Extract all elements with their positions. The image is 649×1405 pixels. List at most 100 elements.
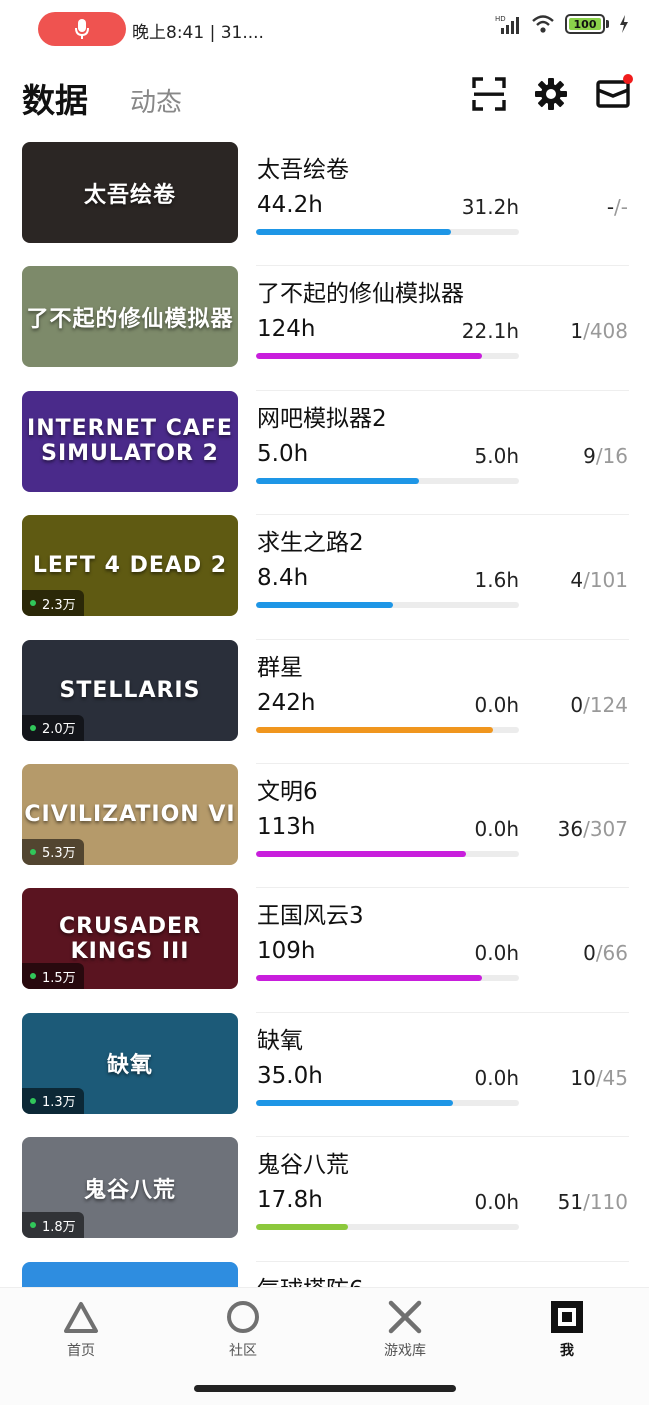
microphone-icon <box>75 19 89 39</box>
page-header: 数据 动态 <box>0 58 649 138</box>
game-row[interactable]: 缺氧 1.3万 缺氧 35.0h 0.0h 10/45 <box>0 1012 649 1138</box>
playtime-progress-track <box>256 1099 519 1106</box>
achievements-unlocked: 0 <box>570 692 584 717</box>
game-name: 了不起的修仙模拟器 <box>257 281 464 308</box>
total-hours: 109h <box>257 938 316 965</box>
player-count: 2.3万 <box>42 597 76 613</box>
game-row[interactable]: INTERNET CAFE SIMULATOR 2 网吧模拟器2 5.0h 5.… <box>0 390 649 516</box>
scan-icon <box>472 77 506 111</box>
game-cover[interactable]: CRUSADER KINGS III 1.5万 <box>22 888 238 990</box>
game-name: 王国风云3 <box>257 903 364 930</box>
game-name: 气球塔防6 <box>257 1270 364 1287</box>
nav-community-label: 社区 <box>229 1343 257 1359</box>
game-cover[interactable]: INTERNET CAFE SIMULATOR 2 <box>22 390 238 492</box>
game-row[interactable]: 了不起的修仙模拟器 了不起的修仙模拟器 124h 22.1h 1/408 <box>0 266 649 391</box>
game-row[interactable]: STELLARIS 2.0万 群星 242h 0.0h 0/124 <box>0 639 649 764</box>
square-icon <box>551 1301 583 1333</box>
game-row[interactable]: LEFT 4 DEAD 2 2.3万 求生之路2 8.4h 1.6h 4/101 <box>0 515 649 640</box>
status-time: 晚上8:41 | 31.... <box>132 23 264 43</box>
achievements-unlocked: 0 <box>583 941 596 966</box>
game-name: 群星 <box>257 654 303 681</box>
game-name: 缺氧 <box>257 1027 303 1054</box>
settings-button[interactable] <box>533 76 569 112</box>
playtime-progress-track <box>256 1224 519 1231</box>
recent-hours: 0.0h <box>474 1190 519 1215</box>
total-hours: 17.8h <box>257 1187 323 1214</box>
game-name: 鬼谷八荒 <box>257 1152 349 1179</box>
playtime-progress-fill <box>256 1224 349 1231</box>
battery-percent: 100 <box>573 17 597 31</box>
home-indicator[interactable] <box>194 1385 456 1392</box>
achievements-total: /- <box>614 195 628 219</box>
online-dot-icon <box>30 1222 36 1229</box>
achievements-unlocked: - <box>606 195 615 219</box>
achievements: 10/45 <box>540 1066 628 1090</box>
nav-home[interactable]: 首页 <box>31 1300 131 1360</box>
game-row[interactable]: 鬼谷八荒 1.8万 鬼谷八荒 17.8h 0.0h 51/110 <box>0 1137 649 1262</box>
total-hours: 5.0h <box>257 440 309 467</box>
status-bar: 晚上8:41 | 31.... HD 100 <box>0 0 649 58</box>
tab-data[interactable]: 数据 <box>22 74 88 122</box>
game-cover[interactable]: 缺氧 1.3万 <box>22 1012 238 1114</box>
game-row[interactable]: 太吾绘卷 太吾绘卷 44.2h 31.2h -/- <box>0 142 649 267</box>
achievements: 51/110 <box>540 1190 628 1214</box>
playtime-progress-track <box>256 850 519 857</box>
unread-dot <box>623 74 633 84</box>
playtime-progress-track <box>256 975 519 982</box>
game-cover[interactable]: STELLARIS 2.0万 <box>22 639 238 741</box>
game-row[interactable]: CRUSADER KINGS III 1.5万 王国风云3 109h 0.0h … <box>0 888 649 1013</box>
game-cover[interactable]: LEFT 4 DEAD 2 2.3万 <box>22 515 238 617</box>
microphone-recording-pill[interactable] <box>38 12 126 46</box>
playtime-progress-track <box>256 353 519 360</box>
playtime-progress-fill <box>256 850 467 857</box>
nav-community[interactable]: 社区 <box>193 1300 293 1360</box>
playtime-progress-track <box>256 229 519 235</box>
game-cover[interactable]: 鬼谷八荒 1.8万 <box>22 1137 238 1239</box>
cover-title: 太吾绘卷 <box>83 182 176 208</box>
total-hours: 8.4h <box>257 565 309 592</box>
playtime-progress-fill <box>256 477 420 484</box>
player-count: 1.8万 <box>42 1219 76 1235</box>
online-dot-icon <box>30 600 36 607</box>
playtime-progress-fill <box>256 229 451 235</box>
recent-hours: 0.0h <box>474 692 519 717</box>
online-dot-icon <box>30 724 36 731</box>
recent-hours: 0.0h <box>474 941 519 966</box>
wifi-icon <box>532 15 554 33</box>
nav-home-label: 首页 <box>67 1343 95 1359</box>
game-row[interactable]: BLOONS 气球塔防6 <box>0 1261 649 1287</box>
recent-hours: 1.6h <box>474 568 519 593</box>
achievements: 1/408 <box>540 319 628 343</box>
game-cover[interactable]: 太吾绘卷 <box>22 142 238 243</box>
game-row[interactable]: CIVILIZATION VI 5.3万 文明6 113h 0.0h 36/30… <box>0 763 649 889</box>
achievements: -/- <box>540 195 628 219</box>
battery-icon: 100 <box>565 14 605 34</box>
player-count-badge: 1.8万 <box>22 1212 84 1239</box>
achievements-unlocked: 1 <box>570 319 584 344</box>
game-name: 文明6 <box>257 778 318 805</box>
nav-library[interactable]: 游戏库 <box>355 1300 455 1360</box>
cross-icon <box>388 1300 422 1334</box>
total-hours: 35.0h <box>257 1062 323 1089</box>
achievements: 4/101 <box>540 568 628 592</box>
nav-me-label: 我 <box>560 1343 574 1359</box>
game-cover[interactable]: 了不起的修仙模拟器 <box>22 266 238 368</box>
mail-button[interactable] <box>595 74 633 112</box>
achievements-unlocked: 9 <box>583 443 596 468</box>
battery-tip <box>606 20 609 28</box>
playtime-progress-fill <box>256 602 393 609</box>
game-list[interactable]: 太吾绘卷 太吾绘卷 44.2h 31.2h -/- 了不起的修仙模拟器 了不起的… <box>0 142 649 1287</box>
scan-button[interactable] <box>471 76 507 112</box>
game-cover[interactable]: BLOONS <box>22 1261 238 1287</box>
achievements-total: /16 <box>595 443 628 468</box>
game-cover[interactable]: CIVILIZATION VI 5.3万 <box>22 763 238 865</box>
header-actions <box>471 74 633 112</box>
game-name: 求生之路2 <box>257 530 364 557</box>
cover-title: BLOONS <box>22 1262 238 1287</box>
charging-bolt-icon <box>620 15 628 33</box>
tab-feed[interactable]: 动态 <box>130 82 182 119</box>
svg-text:HD: HD <box>495 15 506 23</box>
nav-me[interactable]: 我 <box>517 1300 617 1360</box>
circle-icon <box>227 1301 259 1333</box>
achievements-unlocked: 4 <box>570 568 584 593</box>
